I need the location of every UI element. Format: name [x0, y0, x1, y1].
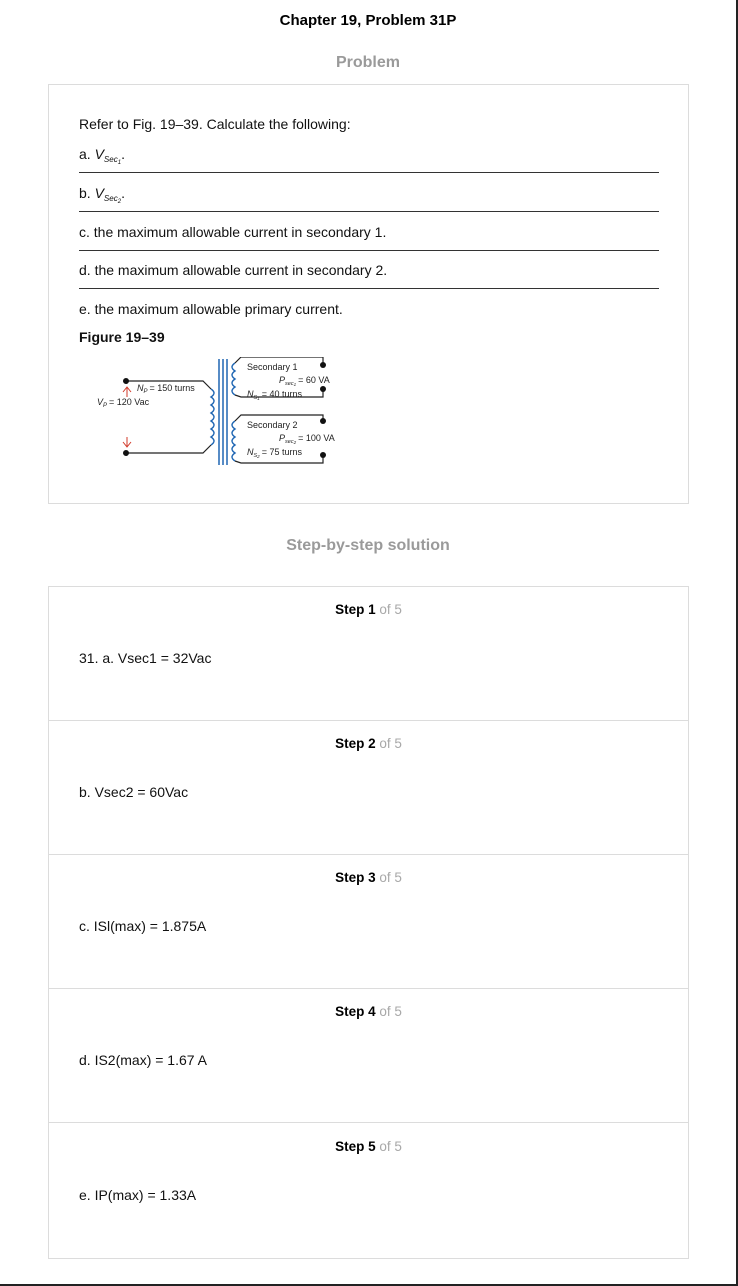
- problem-box: Refer to Fig. 19–39. Calculate the follo…: [48, 84, 689, 504]
- terminal-dot: [320, 386, 326, 392]
- step-text: d. IS2(max) = 1.67 A: [79, 1052, 208, 1068]
- problem-item-a: a. VSec1.: [79, 146, 125, 166]
- terminal-dot: [123, 378, 129, 384]
- problem-item-b: b. VSec2.: [79, 185, 125, 205]
- terminal-dot: [320, 452, 326, 458]
- step-4: Step 4 of 5 d. IS2(max) = 1.67 A: [49, 989, 688, 1123]
- problem-intro: Refer to Fig. 19–39. Calculate the follo…: [79, 116, 351, 132]
- voltage-arrow-icon: [122, 386, 132, 448]
- step-text: 31. a. Vsec1 = 32Vac: [79, 650, 212, 666]
- step-header: Step 3 of 5: [49, 870, 688, 885]
- step-count: of 5: [379, 870, 402, 885]
- step-3: Step 3 of 5 c. ISl(max) = 1.875A: [49, 855, 688, 989]
- terminal-dot: [320, 362, 326, 368]
- terminal-dot: [123, 450, 129, 456]
- secondary1-turns-label: NS1 = 40 turns: [247, 389, 302, 401]
- step-1: Step 1 of 5 31. a. Vsec1 = 32Vac: [49, 587, 688, 721]
- step-header: Step 1 of 5: [49, 602, 688, 617]
- secondary2-power-label: Psec2 = 100 VA: [279, 433, 335, 445]
- terminal-dot: [320, 418, 326, 424]
- solution-heading: Step-by-step solution: [286, 537, 450, 554]
- step-label: Step 1: [335, 602, 376, 617]
- page-title: Chapter 19, Problem 31P: [279, 12, 457, 29]
- step-label: Step 5: [335, 1139, 376, 1154]
- secondary2-coil-icon: [231, 420, 237, 462]
- step-header: Step 5 of 5: [49, 1139, 688, 1154]
- primary-voltage-label: VP = 120 Vac: [97, 397, 150, 409]
- step-header: Step 4 of 5: [49, 1004, 688, 1019]
- step-header: Step 2 of 5: [49, 736, 688, 751]
- divider: [79, 172, 659, 173]
- divider: [79, 288, 659, 289]
- step-count: of 5: [379, 736, 402, 751]
- divider: [79, 250, 659, 251]
- steps-box: Step 1 of 5 31. a. Vsec1 = 32Vac Step 2 …: [48, 586, 689, 1259]
- transformer-figure: NP = 150 turns VP = 120 Vac Secondary 1 Ps…: [97, 357, 335, 465]
- step-label: Step 4: [335, 1004, 376, 1019]
- step-count: of 5: [379, 602, 402, 617]
- figure-title: Figure 19–39: [79, 329, 165, 345]
- problem-item-d: d. the maximum allowable current in seco…: [79, 262, 388, 278]
- step-text: e. IP(max) = 1.33A: [79, 1187, 197, 1203]
- step-text: c. ISl(max) = 1.875A: [79, 918, 207, 934]
- step-5: Step 5 of 5 e. IP(max) = 1.33A: [49, 1124, 688, 1258]
- primary-turns-label: NP = 150 turns: [137, 383, 195, 395]
- divider: [79, 211, 659, 212]
- problem-item-e: e. the maximum allowable primary current…: [79, 301, 343, 317]
- secondary1-coil-icon: [231, 362, 237, 396]
- problem-item-c: c. the maximum allowable current in seco…: [79, 224, 387, 240]
- secondary2-label: Secondary 2: [247, 420, 298, 430]
- primary-lead-bottom: [126, 444, 212, 454]
- problem-heading: Problem: [335, 54, 400, 71]
- step-text: b. Vsec2 = 60Vac: [79, 784, 189, 800]
- step-count: of 5: [379, 1004, 402, 1019]
- secondary1-power-label: Psec1 = 60 VA: [279, 375, 330, 387]
- secondary1-label: Secondary 1: [247, 362, 298, 372]
- secondary2-turns-label: NS2 = 75 turns: [247, 447, 302, 459]
- step-count: of 5: [379, 1139, 402, 1154]
- step-label: Step 2: [335, 736, 376, 751]
- step-2: Step 2 of 5 b. Vsec2 = 60Vac: [49, 721, 688, 855]
- primary-coil-icon: [209, 388, 215, 446]
- step-label: Step 3: [335, 870, 376, 885]
